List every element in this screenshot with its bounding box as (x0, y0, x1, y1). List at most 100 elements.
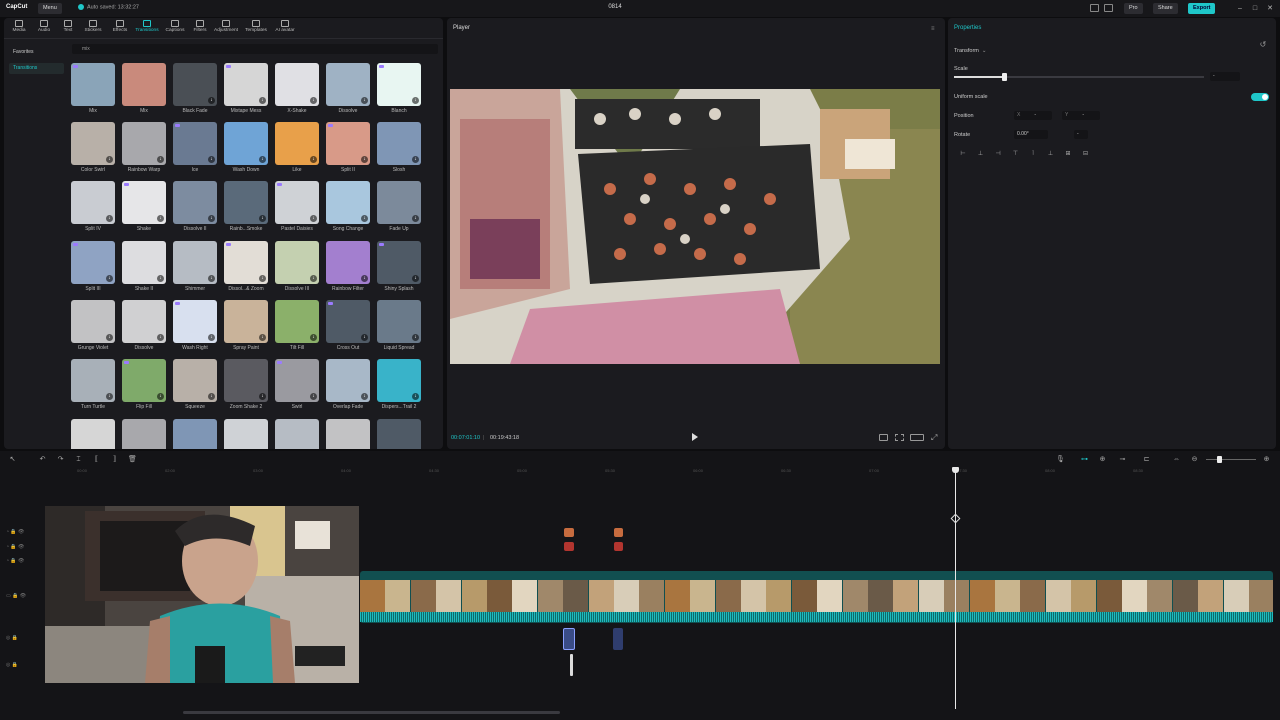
download-icon[interactable]: ↓ (259, 275, 266, 282)
track-header-main-video[interactable]: ▭ 🔒 👁 (6, 593, 26, 599)
transition-thumbnail[interactable]: ↓ (377, 359, 421, 402)
transition-thumbnail[interactable]: ↓ (377, 122, 421, 165)
download-icon[interactable]: ↓ (259, 215, 266, 222)
download-icon[interactable]: ↓ (412, 275, 419, 282)
export-button[interactable]: Export (1188, 3, 1216, 14)
track-header-audio-2[interactable]: ◎ 🔒 (6, 662, 18, 668)
download-icon[interactable]: ↓ (361, 334, 368, 341)
monitor-icon[interactable] (1104, 4, 1113, 12)
download-icon[interactable]: ↓ (361, 275, 368, 282)
download-icon[interactable]: ↓ (310, 393, 317, 400)
download-icon[interactable]: ↓ (208, 275, 215, 282)
transition-thumbnail[interactable]: ↓ (71, 300, 115, 343)
download-icon[interactable]: ↓ (259, 97, 266, 104)
snap-icon[interactable]: ⊏ (1142, 455, 1151, 464)
transition-thumbnail[interactable]: ↓ (173, 359, 217, 402)
share-button[interactable]: Share (1153, 3, 1178, 14)
download-icon[interactable]: ↓ (361, 215, 368, 222)
download-icon[interactable]: ↓ (157, 156, 164, 163)
transition-thumbnail[interactable]: ↓ (377, 300, 421, 343)
download-icon[interactable]: ↓ (157, 215, 164, 222)
transition-thumbnail[interactable]: ↓ (275, 359, 319, 402)
transition-thumbnail[interactable]: ↓ (71, 181, 115, 224)
transition-thumbnail[interactable]: ↓ (173, 63, 217, 106)
fit-icon[interactable] (895, 434, 904, 441)
download-icon[interactable]: ↓ (106, 275, 113, 282)
keyframe-icon[interactable] (950, 513, 961, 524)
timeline-horizontal-scrollbar[interactable] (183, 711, 560, 714)
distribute-v-icon[interactable]: ⊟ (1081, 150, 1091, 158)
redo-icon[interactable]: ↷ (56, 455, 65, 464)
download-icon[interactable]: ↓ (208, 215, 215, 222)
transition-thumbnail[interactable]: ↓ (326, 359, 370, 402)
transition-thumbnail[interactable]: ↓ (122, 122, 166, 165)
transition-thumbnail[interactable]: ↓ (122, 300, 166, 343)
audio-clip[interactable] (563, 628, 575, 650)
transition-thumbnail[interactable]: ↓ (173, 300, 217, 343)
track-header-effects-1[interactable]: ◔ 🔒 👁 (6, 529, 24, 535)
download-icon[interactable]: ↓ (157, 275, 164, 282)
transition-thumbnail[interactable]: ↓ (71, 122, 115, 165)
transition-thumbnail[interactable]: ↓ (224, 122, 268, 165)
transition-thumbnail[interactable]: ↓ (71, 241, 115, 284)
download-icon[interactable]: ↓ (412, 215, 419, 222)
transition-thumbnail[interactable]: ↓ (275, 122, 319, 165)
download-icon[interactable]: ↓ (106, 215, 113, 222)
transition-thumbnail[interactable]: ↓ (224, 63, 268, 106)
align-center-h-icon[interactable]: ⊥ (976, 150, 986, 158)
align-left-icon[interactable]: ⊢ (958, 150, 968, 158)
transition-thumbnail[interactable] (173, 419, 217, 449)
menu-button[interactable]: Menu (38, 3, 62, 14)
maximize-icon[interactable]: □ (1249, 3, 1261, 14)
transition-thumbnail[interactable] (326, 419, 370, 449)
effect-clip[interactable] (614, 542, 623, 551)
minimize-icon[interactable]: – (1234, 3, 1246, 14)
link-icon[interactable]: ⊕ (1098, 455, 1107, 464)
effect-clip[interactable] (564, 528, 574, 537)
transition-thumbnail[interactable]: ↓ (173, 181, 217, 224)
transition-thumbnail[interactable] (224, 419, 268, 449)
fit-timeline-icon[interactable]: ⇔ (1172, 455, 1181, 464)
zoom-slider-handle[interactable] (1217, 456, 1222, 463)
playhead[interactable] (955, 467, 956, 709)
download-icon[interactable]: ↓ (259, 393, 266, 400)
transition-thumbnail[interactable]: ↓ (275, 241, 319, 284)
transition-thumbnail[interactable]: ↓ (122, 359, 166, 402)
playhead-handle[interactable] (952, 467, 959, 473)
undo-icon[interactable]: ↶ (38, 455, 47, 464)
transition-thumbnail[interactable]: ↓ (377, 181, 421, 224)
transition-thumbnail[interactable]: ↓ (173, 122, 217, 165)
close-icon[interactable]: ✕ (1264, 3, 1276, 14)
delete-icon[interactable]: 🗑 (128, 455, 137, 464)
fullscreen-icon[interactable]: ⤢ (931, 433, 937, 443)
zoom-in-icon[interactable]: ⊕ (1262, 455, 1271, 464)
download-icon[interactable]: ↓ (157, 393, 164, 400)
download-icon[interactable]: ↓ (208, 97, 215, 104)
track-header-audio-1[interactable]: ◎ 🔒 (6, 635, 18, 641)
player-menu-icon[interactable]: ≡ (931, 26, 935, 32)
download-icon[interactable]: ↓ (412, 334, 419, 341)
transition-thumbnail[interactable]: ↓ (326, 241, 370, 284)
audio-clip[interactable] (613, 628, 623, 650)
distribute-h-icon[interactable]: ⊞ (1063, 150, 1073, 158)
timeline-ruler[interactable]: 00:00 02:00 03:00 04:00 04:30 05:00 05:30 06:00… (67, 468, 1280, 476)
download-icon[interactable]: ↓ (310, 275, 317, 282)
microphone-icon[interactable]: 🎙 (1056, 455, 1065, 464)
transition-thumbnail[interactable]: ↓ (326, 122, 370, 165)
transition-thumbnail[interactable]: ↓ (224, 300, 268, 343)
transition-thumbnail[interactable]: ↓ (173, 241, 217, 284)
download-icon[interactable]: ↓ (208, 334, 215, 341)
track-header-effects-2[interactable]: ◔ 🔒 👁 (6, 544, 24, 550)
download-icon[interactable]: ↓ (106, 334, 113, 341)
transition-thumbnail[interactable]: ↓ (122, 181, 166, 224)
preview-axis-icon[interactable]: ⊸ (1118, 455, 1127, 464)
transition-thumbnail[interactable]: ↓ (122, 241, 166, 284)
transition-thumbnail[interactable]: ↓ (377, 241, 421, 284)
transition-thumbnail[interactable]: ↓ (326, 300, 370, 343)
transition-thumbnail[interactable]: ↓ (326, 181, 370, 224)
align-center-v-icon[interactable]: ⊺ (1028, 150, 1038, 158)
transition-thumbnail[interactable]: ↓ (326, 63, 370, 106)
transition-thumbnail[interactable]: ↓ (224, 241, 268, 284)
effect-clip[interactable] (614, 528, 623, 537)
transition-thumbnail[interactable] (122, 419, 166, 449)
